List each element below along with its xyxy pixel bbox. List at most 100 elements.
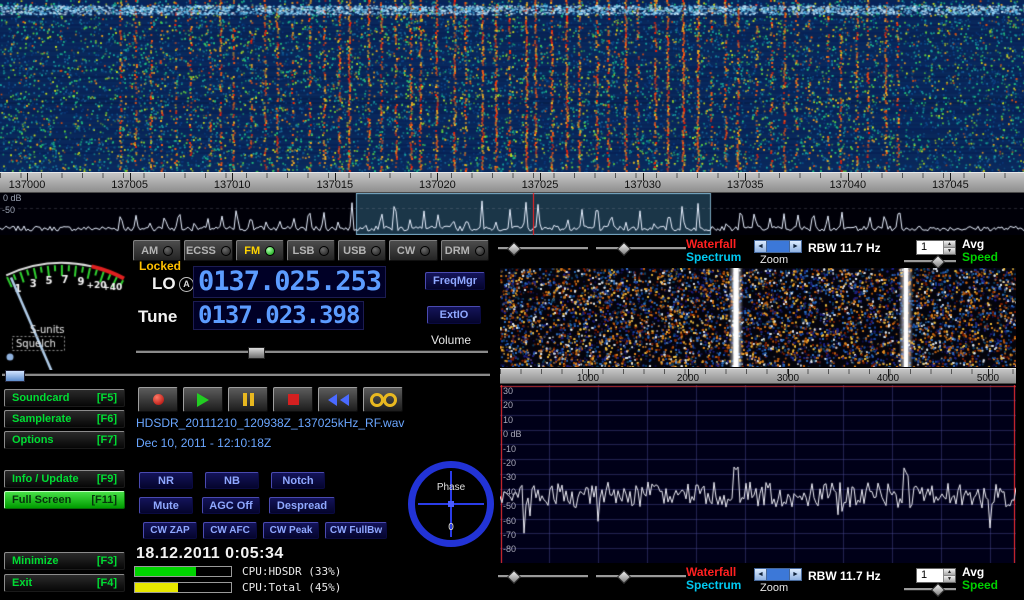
- extio-button[interactable]: ExtIO: [427, 306, 481, 324]
- rewind-icon: [328, 394, 337, 406]
- squelch-slider[interactable]: [2, 369, 490, 381]
- recording-timestamp: Dec 10, 2011 - 12:10:18Z: [136, 436, 271, 450]
- tune-frequency-display[interactable]: 0137.023.398: [193, 301, 364, 330]
- cw-fullbw-button[interactable]: CW FullBw: [325, 522, 387, 539]
- avg-combo-spinner[interactable]: ▲ ▼: [943, 241, 955, 254]
- mode-button-am[interactable]: AM: [133, 240, 181, 261]
- soundcard-button[interactable]: Soundcard [F5]: [4, 389, 125, 407]
- spectrum-tab[interactable]: Spectrum: [686, 251, 741, 264]
- slider-knob[interactable]: [931, 583, 945, 597]
- volume-slider[interactable]: [136, 346, 488, 358]
- mode-label: AM: [141, 245, 158, 257]
- audio-waterfall-display[interactable]: [500, 268, 1016, 367]
- zoom-scroll-track[interactable]: [767, 568, 789, 581]
- nb-button[interactable]: NB: [205, 472, 259, 489]
- mode-label: USB: [343, 245, 366, 257]
- main-frequency-ruler[interactable]: 1370001370051370101370151370201370251370…: [0, 172, 1024, 193]
- spectrum-tab[interactable]: Spectrum: [686, 579, 741, 592]
- minimize-button[interactable]: Minimize [F3]: [4, 552, 125, 570]
- spin-down-icon[interactable]: ▼: [944, 576, 955, 582]
- speed-slider[interactable]: [904, 583, 956, 595]
- spectrum-range-slider[interactable]: [596, 570, 686, 582]
- play-icon: [197, 393, 209, 407]
- slider-knob[interactable]: [931, 255, 945, 269]
- nr-button[interactable]: NR: [139, 472, 193, 489]
- exit-button[interactable]: Exit [F4]: [4, 574, 125, 592]
- db-scale-mid-label: -50: [2, 205, 15, 215]
- slider-knob[interactable]: [616, 242, 630, 256]
- slider-knob[interactable]: [507, 570, 521, 584]
- zoom-scroll-track[interactable]: [767, 240, 789, 253]
- rewind-button[interactable]: [318, 387, 358, 412]
- cw-afc-button[interactable]: CW AFC: [203, 522, 257, 539]
- stop-button[interactable]: [273, 387, 313, 412]
- cpu-hdsdr-fill: [135, 567, 196, 576]
- zoom-right-arrow-icon[interactable]: ►: [789, 240, 802, 253]
- mute-button[interactable]: Mute: [139, 497, 193, 514]
- fullscreen-button[interactable]: Full Screen [F11]: [4, 491, 125, 509]
- squelch-slider-handle[interactable]: [5, 370, 25, 382]
- avg-combo[interactable]: 1 ▲ ▼: [916, 568, 956, 583]
- pause-button[interactable]: [228, 387, 268, 412]
- cpu-total-fill: [135, 583, 178, 592]
- slider-knob[interactable]: [507, 242, 521, 256]
- cw-peak-button[interactable]: CW Peak: [263, 522, 319, 539]
- avg-combo[interactable]: 1 ▲ ▼: [916, 240, 956, 255]
- freqmgr-button[interactable]: FreqMgr: [425, 272, 485, 290]
- db-tick-label: -10: [503, 444, 516, 454]
- record-button[interactable]: [138, 387, 178, 412]
- main-waterfall-display[interactable]: [0, 0, 1024, 172]
- loop-button[interactable]: [363, 387, 403, 412]
- spectrum-ref-slider[interactable]: [498, 570, 588, 582]
- info-update-button[interactable]: Info / Update [F9]: [4, 470, 125, 488]
- lo-frequency-display[interactable]: 0137.025.253: [193, 266, 386, 298]
- mode-button-lsb[interactable]: LSB: [287, 240, 335, 261]
- options-button[interactable]: Options [F7]: [4, 431, 125, 449]
- zoom-right-arrow-icon[interactable]: ►: [789, 568, 802, 581]
- db-tick-label: -50: [503, 501, 516, 511]
- audio-frequency-ruler[interactable]: 10002000300040005000: [500, 368, 1016, 384]
- dsp-row-1: NR NB Notch: [139, 472, 325, 489]
- slider-track: [596, 575, 686, 577]
- main-spectrum-display[interactable]: 0 dB -50: [0, 193, 1024, 235]
- button-hotkey: [F6]: [97, 413, 117, 425]
- phase-dial[interactable]: Phase 0: [408, 461, 494, 547]
- tune-label: Tune: [138, 307, 177, 327]
- zoom-scrollbar[interactable]: ◄ ►: [754, 240, 802, 253]
- db-tick-label: 0 dB: [503, 429, 522, 439]
- slider-knob[interactable]: [616, 570, 630, 584]
- audio-spectrum-canvas[interactable]: [500, 385, 1016, 563]
- spin-up-icon[interactable]: ▲: [944, 241, 955, 248]
- cpu-total-label: CPU:Total (45%): [242, 581, 341, 594]
- zoom-left-arrow-icon[interactable]: ◄: [754, 240, 767, 253]
- button-label: Exit: [12, 577, 32, 589]
- avg-combo-spinner[interactable]: ▲ ▼: [943, 569, 955, 582]
- frequency-tick-label: 137010: [214, 179, 251, 191]
- mode-button-cw[interactable]: CW: [389, 240, 437, 261]
- speed-slider[interactable]: [904, 255, 956, 267]
- audio-spectrum-display[interactable]: 3020100 dB-10-20-30-40-50-60-70-80: [500, 385, 1016, 563]
- vfo-a-badge[interactable]: A: [179, 277, 194, 292]
- frequency-tick-label: 137005: [111, 179, 148, 191]
- frequency-tick-label: 3000: [777, 373, 799, 384]
- samplerate-button[interactable]: Samplerate [F6]: [4, 410, 125, 428]
- frequency-tick-label: 137000: [9, 179, 46, 191]
- waterfall-brightness-slider[interactable]: [498, 242, 588, 254]
- cw-zap-button[interactable]: CW ZAP: [143, 522, 197, 539]
- spin-up-icon[interactable]: ▲: [944, 569, 955, 576]
- mode-button-usb[interactable]: USB: [338, 240, 386, 261]
- main-spectrum-canvas[interactable]: [0, 193, 1024, 235]
- waterfall-contrast-slider[interactable]: [596, 242, 686, 254]
- mode-button-drm[interactable]: DRM: [441, 240, 489, 261]
- volume-slider-handle[interactable]: [248, 347, 265, 359]
- despread-button[interactable]: Despread: [269, 497, 335, 514]
- notch-button[interactable]: Notch: [271, 472, 325, 489]
- spin-down-icon[interactable]: ▼: [944, 248, 955, 254]
- zoom-left-arrow-icon[interactable]: ◄: [754, 568, 767, 581]
- play-button[interactable]: [183, 387, 223, 412]
- mode-button-fm[interactable]: FM: [236, 240, 284, 261]
- mode-button-ecss[interactable]: ECSS: [184, 240, 232, 261]
- agc-off-button[interactable]: AGC Off: [202, 497, 260, 514]
- zoom-label: Zoom: [760, 254, 788, 266]
- zoom-scrollbar[interactable]: ◄ ►: [754, 568, 802, 581]
